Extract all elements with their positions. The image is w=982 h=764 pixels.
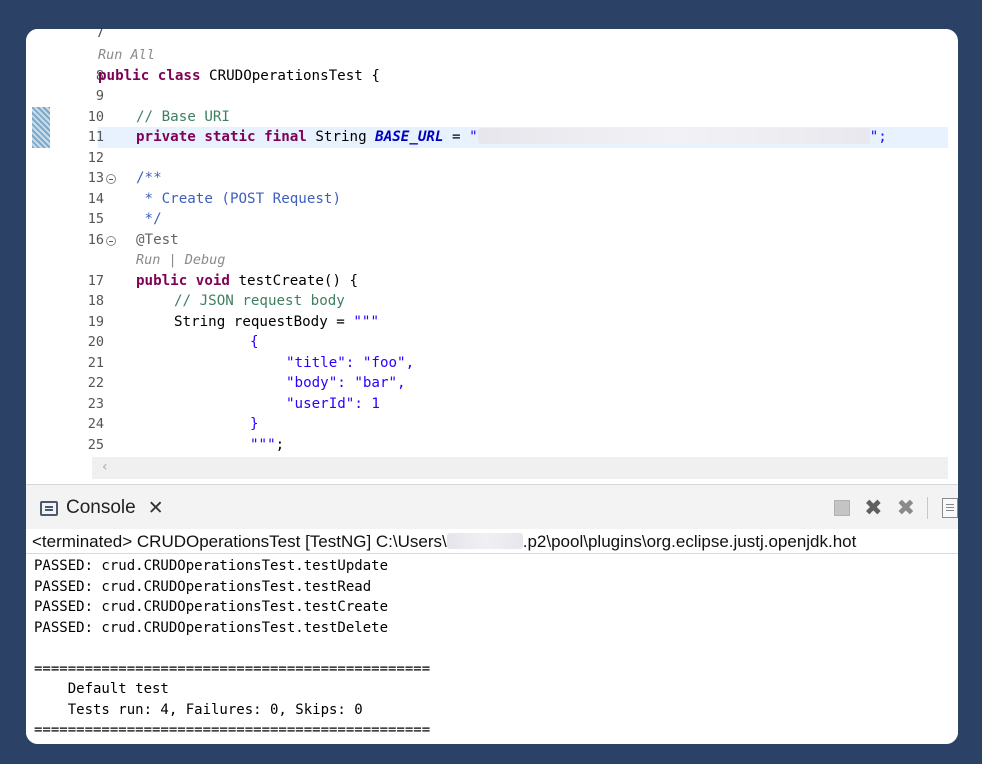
- line-number: 25: [87, 437, 104, 453]
- console-output-line: ========================================…: [34, 722, 431, 738]
- code-text: ;: [275, 437, 285, 453]
- code-text: CRUDOperationsTest {: [209, 68, 380, 84]
- scroll-left-icon[interactable]: ‹: [102, 459, 108, 475]
- string-literal: "body": "bar",: [286, 375, 406, 391]
- line-number: 12: [87, 150, 104, 166]
- keyword: public void: [136, 273, 239, 289]
- line-number: 16: [87, 232, 104, 248]
- console-output-line: PASSED: crud.CRUDOperationsTest.testRead: [34, 578, 372, 595]
- code-text: =: [443, 129, 470, 145]
- screenshot-card: 7 8 9 10 11 12 13 14 15 16 17 18 19 20 2…: [26, 29, 958, 744]
- line-number: 20: [87, 334, 104, 350]
- string-literal: "userId": 1: [286, 396, 380, 412]
- code-text: String requestBody =: [174, 314, 354, 330]
- overview-ruler: [32, 29, 50, 479]
- codelens-run-all[interactable]: Run All: [98, 45, 155, 65]
- close-icon[interactable]: ✕: [148, 497, 164, 519]
- line-number: 17: [87, 273, 104, 289]
- code-line: public class CRUDOperationsTest {: [98, 66, 380, 86]
- field-name: BASE_URL: [375, 129, 444, 145]
- console-output-line: ========================================…: [34, 660, 431, 677]
- console-output-line: PASSED: crud.CRUDOperationsTest.testCrea…: [34, 599, 389, 615]
- console-status-line: <terminated> CRUDOperationsTest [TestNG]…: [26, 530, 958, 554]
- console-output[interactable]: PASSED: crud.CRUDOperationsTest.testUpda…: [26, 556, 958, 742]
- horizontal-scrollbar[interactable]: ‹: [92, 457, 948, 479]
- line-number: 23: [87, 396, 104, 412]
- line-number: 10: [87, 109, 104, 125]
- remove-all-launches-icon[interactable]: ✖: [897, 496, 915, 521]
- code-line: String requestBody = """: [174, 312, 379, 332]
- clear-console-icon[interactable]: [942, 498, 958, 518]
- line-number: 15: [87, 211, 104, 227]
- string-literal: {: [250, 334, 259, 350]
- string-literal: """: [353, 314, 379, 330]
- line-number: 11: [87, 129, 104, 145]
- code-text: testCreate() {: [238, 273, 359, 289]
- keyword: public class: [98, 68, 210, 84]
- code-comment: // Base URI: [136, 109, 230, 125]
- redacted-username: [446, 533, 523, 549]
- javadoc-line: */: [136, 211, 162, 227]
- console-output-line: PASSED: crud.CRUDOperationsTest.testUpda…: [34, 558, 389, 574]
- string-literal: """: [250, 437, 276, 453]
- annotation: @Test: [136, 232, 179, 248]
- status-suffix: .p2\pool\plugins\org.eclipse.justj.openj…: [522, 532, 857, 551]
- tab-label: Console: [66, 497, 136, 518]
- type-name: String: [315, 129, 376, 145]
- javadoc-line: /**: [136, 170, 162, 186]
- line-number: 8: [95, 68, 104, 84]
- tab-console[interactable]: Console ✕: [40, 495, 164, 521]
- string-literal: }: [250, 416, 259, 432]
- line-number: 24: [87, 416, 104, 432]
- line-number: 21: [87, 355, 104, 371]
- line-number: 18: [87, 293, 104, 309]
- code-editor[interactable]: 7 8 9 10 11 12 13 14 15 16 17 18 19 20 2…: [26, 29, 948, 479]
- code-line: private static final String BASE_URL = "…: [136, 127, 887, 147]
- string-literal: "title": "foo",: [286, 355, 415, 371]
- string-open: ": [469, 129, 478, 145]
- console-icon: [40, 500, 58, 516]
- console-output-line: Default test: [34, 681, 169, 697]
- line-number: 14: [87, 191, 104, 207]
- javadoc-line: * Create (POST Request): [136, 191, 341, 207]
- code-line: public void testCreate() {: [136, 271, 358, 291]
- line-number: 7: [95, 29, 104, 41]
- line-number: 19: [87, 314, 104, 330]
- console-output-line: Tests run: 4, Failures: 0, Skips: 0: [34, 701, 363, 718]
- redacted-url: [477, 128, 870, 144]
- change-marker: [32, 107, 50, 148]
- codelens-run-debug[interactable]: Run | Debug: [136, 250, 225, 270]
- toolbar-separator: [927, 497, 928, 519]
- code-line: """;: [250, 435, 284, 455]
- console-tab-bar: Console ✕ ✖ ✖: [26, 484, 958, 529]
- status-prefix: <terminated> CRUDOperationsTest [TestNG]…: [32, 532, 447, 551]
- console-output-line: PASSED: crud.CRUDOperationsTest.testDele…: [34, 619, 389, 636]
- keyword: private static final: [136, 129, 316, 145]
- line-number: 22: [87, 375, 104, 391]
- code-area[interactable]: Run All public class CRUDOperationsTest …: [98, 29, 948, 459]
- line-number: 9: [95, 88, 104, 104]
- remove-launch-icon[interactable]: ✖: [864, 496, 882, 521]
- line-number: 13: [87, 170, 104, 186]
- string-close: ";: [869, 129, 887, 145]
- console-toolbar: ✖ ✖: [820, 495, 958, 521]
- console-view: Console ✕ ✖ ✖ <terminated> CRUDOperation…: [26, 484, 958, 744]
- code-comment: // JSON request body: [174, 293, 345, 309]
- terminate-icon[interactable]: [834, 500, 851, 516]
